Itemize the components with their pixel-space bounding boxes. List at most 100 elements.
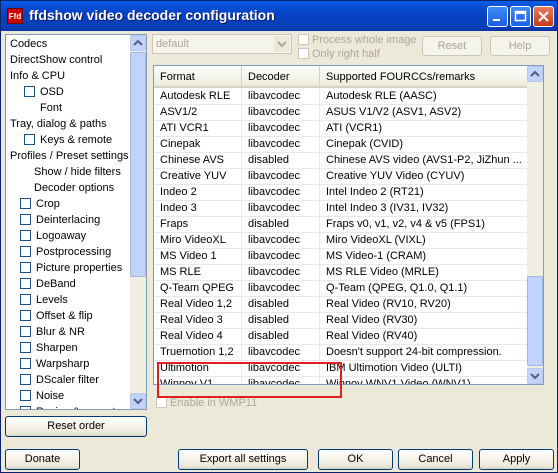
cell-decoder: disabled	[242, 313, 320, 329]
help-button[interactable]: Help	[490, 36, 550, 56]
cell-decoder: libavcodec	[242, 169, 320, 185]
sidebar-item-label: Crop	[36, 198, 60, 210]
checkbox-box[interactable]	[20, 230, 31, 241]
cell-remarks: Fraps v0, v1, v2, v4 & v5 (FPS1)	[320, 217, 528, 233]
table-row[interactable]: Autodesk RLE libavcodec Autodesk RLE (AASC…	[154, 89, 528, 105]
export-settings-button[interactable]: Export all settings	[178, 449, 308, 470]
table-row[interactable]: Indeo 3 libavcodec Intel Indeo 3 (IV31, IV…	[154, 201, 528, 217]
cell-decoder: libavcodec	[242, 137, 320, 153]
checkbox-box[interactable]	[20, 214, 31, 225]
table-row[interactable]: Indeo 2 libavcodec Intel Indeo 2 (RT21)	[154, 185, 528, 201]
cell-decoder: libavcodec	[242, 121, 320, 137]
minimize-button[interactable]	[487, 6, 508, 27]
sidebar-item-label: Deinterlacing	[36, 214, 101, 226]
header-format[interactable]: Format	[154, 66, 242, 86]
settings-tree[interactable]: Codecs DirectShow control Info & CPU OSD Fon…	[5, 34, 147, 410]
sidebar-item-label: Offset & flip	[36, 310, 93, 322]
cell-decoder: libavcodec	[242, 233, 320, 249]
sidebar-item-label: Blur & NR	[36, 326, 85, 338]
table-row[interactable]: Q-Team QPEG libavcodec Q-Team (QPEG, Q1.0,…	[154, 281, 528, 297]
close-button[interactable]	[533, 6, 554, 27]
table-row[interactable]: Truemotion 1,2 libavcodec Doesn't support …	[154, 345, 528, 361]
reset-order-button[interactable]: Reset order	[5, 416, 147, 437]
scroll-down-button[interactable]	[527, 368, 543, 384]
cell-format: Ultimotion	[154, 361, 242, 377]
cell-format: Winnov V1	[154, 377, 242, 384]
checkbox-box[interactable]	[20, 198, 31, 209]
cell-remarks: Real Video (RV30)	[320, 313, 528, 329]
table-row[interactable]: Fraps disabled Fraps v0, v1, v2, v4 & v5 (…	[154, 217, 528, 233]
enable-wmp-label: Enable in WMP11	[170, 397, 258, 409]
ok-button[interactable]: OK	[318, 449, 393, 470]
cell-remarks: IBM Ultimotion Video (ULTI)	[320, 361, 528, 377]
checkbox-box[interactable]	[20, 390, 31, 401]
cell-format: ASV1/2	[154, 105, 242, 121]
sidebar-item-label: DScaler filter	[36, 374, 99, 386]
sidebar-item-label: Font	[40, 102, 63, 114]
header-decoder[interactable]: Decoder	[242, 66, 320, 86]
sidebar-scrollbar[interactable]	[130, 35, 146, 409]
table-row[interactable]: ASV1/2 libavcodec ASUS V1/V2 (ASV1, ASV2)	[154, 105, 528, 121]
scroll-down-button[interactable]	[130, 393, 146, 409]
checkbox-box[interactable]	[20, 326, 31, 337]
only-right-half-checkbox[interactable]: Only right half	[298, 46, 380, 60]
preset-combo-value: default	[156, 38, 190, 50]
table-row[interactable]: Ultimotion libavcodec IBM Ultimotion Video…	[154, 361, 528, 377]
minimize-icon	[493, 19, 500, 21]
cancel-button[interactable]: Cancel	[398, 449, 473, 470]
apply-button[interactable]: Apply	[479, 449, 554, 470]
checkbox-box[interactable]	[20, 406, 31, 409]
checkbox-box[interactable]	[20, 358, 31, 369]
checkbox-box[interactable]	[20, 374, 31, 385]
table-row[interactable]: Real Video 1,2 disabled Real Video (RV10, …	[154, 297, 528, 313]
cell-decoder: libavcodec	[242, 89, 320, 105]
scroll-up-button[interactable]	[527, 66, 543, 82]
table-row[interactable]: Miro VideoXL libavcodec Miro VideoXL (VIXL…	[154, 233, 528, 249]
cell-decoder: libavcodec	[242, 361, 320, 377]
checkbox-box[interactable]	[24, 134, 35, 145]
preset-combo[interactable]: default	[152, 34, 292, 54]
sidebar-item-label: Noise	[36, 390, 65, 402]
cell-format: Fraps	[154, 217, 242, 233]
header-remarks[interactable]: Supported FOURCCs/remarks	[320, 66, 528, 86]
sidebar-item-label: Postprocessing	[36, 246, 112, 258]
codecs-table[interactable]: Format Decoder Supported FOURCCs/remarks…	[153, 65, 544, 385]
checkbox-box[interactable]	[20, 294, 31, 305]
sidebar-item-label: Info & CPU	[10, 70, 66, 82]
process-whole-image-checkbox[interactable]: Process whole image	[298, 32, 417, 46]
enable-wmp-checkbox[interactable]: Enable in WMP11	[156, 395, 257, 409]
checkbox-box[interactable]	[20, 278, 31, 289]
checkbox-box[interactable]	[20, 246, 31, 257]
table-row[interactable]: MS RLE libavcodec MS RLE Video (MRLE)	[154, 265, 528, 281]
table-row[interactable]: MS Video 1 libavcodec MS Video-1 (CRAM)	[154, 249, 528, 265]
checkbox-box[interactable]	[20, 310, 31, 321]
table-row[interactable]: Creative YUV libavcodec Creative YUV Video…	[154, 169, 528, 185]
table-row[interactable]: ATI VCR1 libavcodec ATI (VCR1)	[154, 121, 528, 137]
scroll-up-button[interactable]	[130, 35, 146, 51]
donate-button[interactable]: Donate	[5, 449, 80, 470]
checkbox-box[interactable]	[20, 262, 31, 273]
checkbox-box[interactable]	[20, 342, 31, 353]
table-row[interactable]: Real Video 3 disabled Real Video (RV30)	[154, 313, 528, 329]
close-icon	[538, 11, 549, 22]
table-row[interactable]: Cinepak libavcodec Cinepak (CVID)	[154, 137, 528, 153]
cell-remarks: Creative YUV Video (CYUV)	[320, 169, 528, 185]
maximize-button[interactable]	[510, 6, 531, 27]
cell-format: Autodesk RLE	[154, 89, 242, 105]
checkbox-box[interactable]	[24, 86, 35, 97]
table-row[interactable]: Chinese AVS disabled Chinese AVS video (AV…	[154, 153, 528, 169]
reset-button[interactable]: Reset	[422, 36, 482, 56]
scroll-thumb[interactable]	[527, 276, 543, 366]
arrow-down-icon	[530, 373, 540, 380]
cell-format: Real Video 3	[154, 313, 242, 329]
table-row[interactable]: Real Video 4 disabled Real Video (RV40)	[154, 329, 528, 345]
chevron-down-icon	[274, 36, 290, 52]
title-bar[interactable]: Ffd ffdshow video decoder configuration	[1, 1, 557, 31]
sidebar-item-label: Resize & aspect	[36, 404, 115, 409]
cell-remarks: Real Video (RV10, RV20)	[320, 297, 528, 313]
table-scrollbar[interactable]	[527, 66, 543, 384]
table-row[interactable]: Winnov V1 libavcodec Winnov WNV1 Video (WN…	[154, 377, 528, 384]
scroll-thumb[interactable]	[130, 52, 146, 277]
cell-remarks: Q-Team (QPEG, Q1.0, Q1.1)	[320, 281, 528, 297]
sidebar-item-label: DirectShow control	[10, 54, 103, 66]
